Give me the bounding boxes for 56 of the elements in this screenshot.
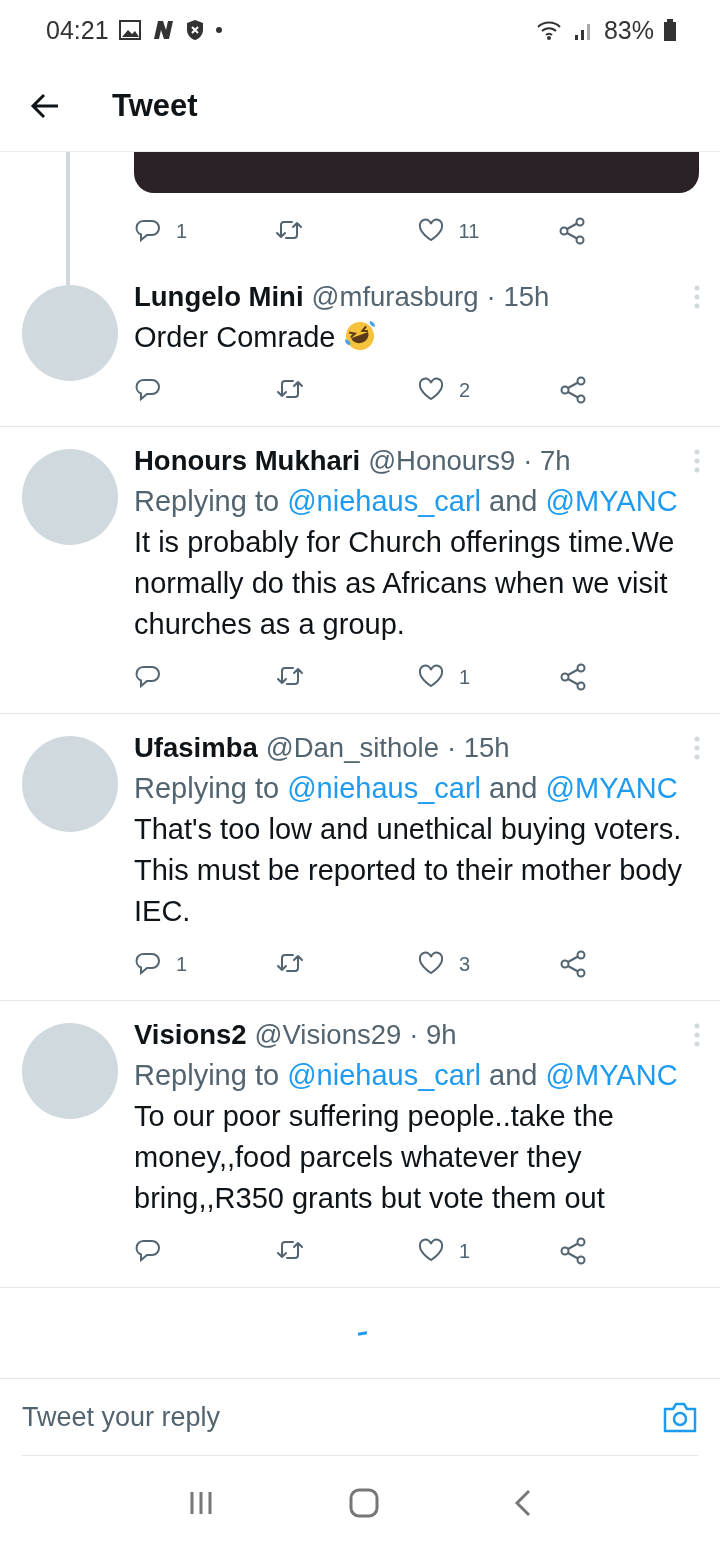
tweet-time: · 15h — [486, 281, 550, 313]
user-handle: @Dan_sithole — [265, 732, 439, 764]
back-icon[interactable] — [513, 1488, 533, 1518]
replying-text: Replying to — [134, 772, 280, 804]
reply-count: 1 — [176, 952, 188, 976]
tweet-time: · 7h — [523, 445, 571, 477]
tweet-text: To our poor suffering people..take the money,,food parcels whatever they bring,,R350 grants but vote them out — [134, 1100, 614, 1214]
share-icon[interactable] — [558, 1237, 587, 1265]
replying-text: and — [489, 1059, 538, 1091]
mention-link[interactable]: @MYANC — [545, 772, 678, 804]
like-count: 11 — [458, 219, 480, 243]
tweet-time: · 15h — [446, 732, 510, 764]
replying-text: Replying to — [134, 1059, 280, 1091]
share-icon[interactable] — [558, 663, 587, 691]
battery-icon — [664, 19, 676, 41]
reply-count: 1 — [176, 219, 188, 243]
home-icon[interactable] — [349, 1488, 379, 1518]
share-icon[interactable] — [558, 376, 587, 404]
like-count: 1 — [459, 665, 471, 689]
user-handle: @Honours9 — [368, 445, 516, 477]
mention-link[interactable]: @niehaus_carl — [287, 772, 482, 804]
replying-text: and — [489, 772, 538, 804]
battery-percent: 83% — [603, 15, 654, 45]
loading-spinner — [357, 1330, 367, 1336]
replying-text: and — [489, 485, 538, 517]
user-handle: @mfurasburg — [311, 281, 479, 313]
tweet-text: Order Comrade — [134, 321, 336, 353]
tweet-text: It is probably for Church offerings time.We normally do this as Africans when we visit churches as a group. — [134, 526, 675, 640]
user-name[interactable]: Ufasimba — [134, 732, 258, 764]
mention-link[interactable]: @MYANC — [545, 1059, 678, 1091]
mention-link[interactable]: @MYANC — [545, 485, 678, 517]
mention-link[interactable]: @niehaus_carl — [287, 485, 482, 517]
mention-link[interactable]: @niehaus_carl — [287, 1059, 482, 1091]
share-icon[interactable] — [557, 217, 586, 245]
like-count: 2 — [459, 378, 471, 402]
image-icon — [118, 20, 141, 40]
tweet-time: · 9h — [409, 1019, 457, 1051]
reply-input[interactable]: Tweet your reply — [22, 1401, 662, 1433]
like-count: 3 — [459, 952, 471, 976]
user-name[interactable]: Lungelo Mini — [134, 281, 304, 313]
reply-icon[interactable] — [134, 1237, 162, 1265]
dot-icon — [214, 26, 223, 34]
user-handle: @Visions29 — [254, 1019, 402, 1051]
user-name[interactable]: Honours Mukhari — [134, 445, 361, 477]
like-count: 1 — [459, 1239, 471, 1263]
page-title: Tweet — [112, 87, 198, 124]
reply-icon[interactable] — [134, 663, 162, 691]
share-icon[interactable] — [558, 950, 587, 978]
user-name[interactable]: Visions2 — [134, 1019, 247, 1051]
replying-text: Replying to — [134, 485, 280, 517]
reply-icon[interactable] — [134, 217, 162, 245]
reply-icon[interactable] — [134, 950, 162, 978]
shield-icon — [184, 19, 205, 41]
clock: 04:21 — [46, 15, 109, 45]
tweet-text: That's too low and unethical buying voters. This must be reported to their mother body IEC. — [134, 813, 683, 927]
reply-icon[interactable] — [134, 376, 162, 404]
